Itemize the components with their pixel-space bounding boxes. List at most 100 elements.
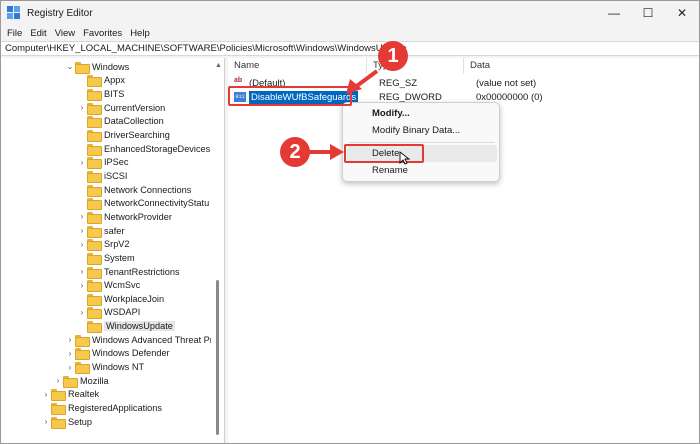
tree-node[interactable]: RegisteredApplications (41, 401, 162, 416)
chevron-right-icon[interactable]: › (77, 308, 87, 317)
chevron-right-icon[interactable]: › (77, 281, 87, 290)
tree-node[interactable]: › Windows Defender (65, 347, 170, 361)
tree-node-label: SrpV2 (104, 239, 130, 250)
chevron-right-icon[interactable]: › (65, 349, 75, 358)
menu-item-modify[interactable]: Modify... (347, 105, 497, 122)
tree-node-label: WindowsUpdate (104, 321, 175, 332)
folder-icon (87, 239, 102, 252)
chevron-right-icon[interactable]: › (77, 158, 87, 167)
menu-item-delete[interactable]: Delete (347, 145, 497, 162)
column-separator[interactable] (463, 58, 464, 74)
menu-file[interactable]: File (3, 28, 26, 39)
scroll-up-icon[interactable]: ▲ (215, 62, 222, 69)
tree-node[interactable]: › Realtek (41, 388, 99, 402)
tree-node[interactable]: WindowsUpdate (77, 319, 175, 334)
folder-icon (51, 389, 66, 402)
chevron-down-icon[interactable]: ⌄ (65, 62, 75, 71)
tree-node[interactable]: Network Connections (77, 183, 191, 197)
tree-node-label: Windows NT (92, 362, 145, 373)
tree-scrollbar[interactable]: ▲ (211, 58, 224, 443)
tree-node[interactable]: › CurrentVersion (77, 101, 165, 115)
tree-node-label: Appx (104, 75, 125, 86)
maximize-button[interactable]: ☐ (631, 1, 665, 25)
tree-node[interactable]: › Windows Advanced Threat Pr (65, 333, 213, 347)
menu-help[interactable]: Help (126, 28, 154, 39)
value-name: (Default) (249, 77, 286, 89)
chevron-right-icon[interactable]: › (53, 376, 63, 385)
tree-node[interactable]: › SrpV2 (77, 237, 130, 252)
mouse-cursor-icon (399, 151, 411, 165)
column-header-data[interactable]: Data (470, 58, 490, 74)
tree-node[interactable]: WorkplaceJoin (77, 292, 164, 306)
value-type: REG_SZ (379, 77, 418, 89)
tree-node[interactable]: › TenantRestrictions (77, 265, 180, 279)
tree-node-label: RegisteredApplications (68, 403, 162, 414)
address-bar[interactable]: Computer\HKEY_LOCAL_MACHINE\SOFTWARE\Pol… (1, 41, 699, 56)
folder-icon (87, 280, 102, 293)
menu-edit[interactable]: Edit (26, 28, 50, 39)
tree-node[interactable]: BITS (77, 87, 124, 102)
chevron-right-icon[interactable]: › (65, 335, 75, 344)
folder-icon (87, 130, 102, 143)
menu-favorites[interactable]: Favorites (79, 28, 126, 39)
folder-icon (87, 293, 102, 306)
tree-node-label: NetworkProvider (104, 211, 172, 222)
folder-icon (87, 102, 102, 115)
folder-icon (87, 184, 102, 197)
tree-node[interactable]: NetworkConnectivityStatu (77, 197, 209, 211)
chevron-right-icon[interactable]: › (65, 363, 75, 372)
registry-editor-app-icon (7, 6, 21, 20)
value-row[interactable]: ab (Default) REG_SZ (value not set) (234, 76, 694, 90)
tree-node-label: Setup (68, 416, 93, 427)
tree-node-label: Windows Advanced Threat Pr (92, 334, 213, 345)
tree-node-label: Mozilla (80, 375, 109, 386)
folder-icon (63, 375, 78, 388)
dword-value-icon: 011 (234, 92, 246, 102)
column-separator[interactable] (366, 58, 367, 74)
tree-node-label: EnhancedStorageDevices (104, 143, 211, 154)
string-value-icon: ab (234, 77, 243, 84)
tree-node[interactable]: › IPSec (77, 156, 129, 170)
minimize-icon: — (608, 6, 620, 20)
chevron-right-icon[interactable]: › (77, 240, 87, 249)
tree-node[interactable]: EnhancedStorageDevices (77, 142, 210, 156)
chevron-right-icon[interactable]: › (77, 103, 87, 112)
tree-node[interactable]: System (77, 251, 135, 265)
tree-scrollbar-thumb[interactable] (216, 280, 219, 435)
window-title: Registry Editor (27, 7, 93, 19)
chevron-right-icon[interactable]: › (77, 267, 87, 276)
chevron-right-icon[interactable]: › (41, 417, 51, 426)
minimize-button[interactable]: — (597, 1, 631, 25)
column-header-name[interactable]: Name (234, 58, 259, 74)
chevron-right-icon[interactable]: › (41, 390, 51, 399)
close-button[interactable]: ✕ (665, 1, 699, 25)
menu-view[interactable]: View (51, 28, 79, 39)
folder-icon (87, 75, 102, 88)
tree-node[interactable]: iSCSI (77, 169, 128, 183)
folder-icon (87, 266, 102, 279)
menu-item-modify-binary[interactable]: Modify Binary Data... (347, 122, 497, 139)
tree-node[interactable]: › Windows NT (65, 360, 145, 375)
tree-node-label: WorkplaceJoin (104, 293, 165, 304)
tree-node[interactable]: Appx (77, 74, 125, 88)
folder-icon (87, 198, 102, 211)
tree-node-label: Realtek (68, 389, 100, 400)
menu-item-rename[interactable]: Rename (347, 162, 497, 179)
tree-node[interactable]: › Setup (41, 415, 92, 429)
tree-node[interactable]: › WcmSvc (77, 278, 140, 293)
tree-node[interactable]: › WSDAPI (77, 306, 140, 320)
folder-icon (87, 157, 102, 170)
tree-node[interactable]: DataCollection (77, 115, 164, 129)
tree-node[interactable]: ⌄ Windows (65, 60, 129, 74)
tree-node-label: Network Connections (104, 184, 192, 195)
folder-icon (51, 403, 66, 416)
title-bar: Registry Editor — ☐ ✕ (1, 1, 699, 25)
chevron-right-icon[interactable]: › (77, 212, 87, 221)
chevron-right-icon[interactable]: › (77, 226, 87, 235)
tree-node[interactable]: › Mozilla (53, 374, 109, 388)
context-menu: Modify... Modify Binary Data... Delete R… (342, 102, 500, 182)
tree-node[interactable]: DriverSearching (77, 128, 170, 143)
tree-node-label: WSDAPI (104, 307, 141, 318)
tree-node[interactable]: › safer (77, 224, 124, 238)
tree-node[interactable]: › NetworkProvider (77, 210, 172, 224)
